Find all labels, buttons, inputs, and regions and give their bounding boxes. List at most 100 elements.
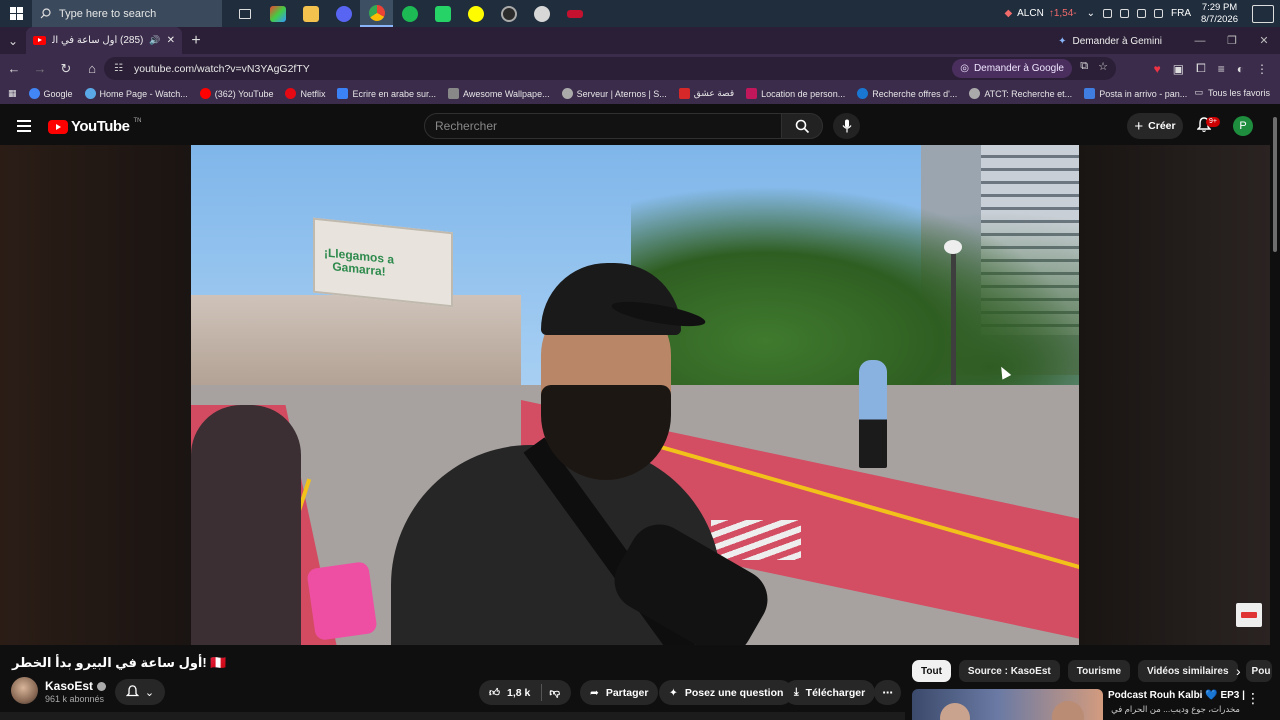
stock-widget[interactable]: ◆ ALCN ↑1,54- xyxy=(1004,8,1076,19)
gemini-label: Demander à Gemini xyxy=(1072,35,1162,47)
channel-avatar[interactable] xyxy=(11,677,38,704)
forward-icon[interactable]: → xyxy=(28,61,52,76)
chip-all[interactable]: Tout xyxy=(912,660,951,682)
thumbnail-person xyxy=(940,703,970,720)
all-bookmarks-button[interactable]: ▭ Tous les favoris xyxy=(1194,87,1270,98)
bookmark-item[interactable]: Google xyxy=(28,88,73,99)
search-input[interactable]: Rechercher xyxy=(424,113,782,139)
chip-similar[interactable]: Vidéos similaires xyxy=(1138,660,1238,682)
bookmark-item[interactable]: Home Page - Watch... xyxy=(84,88,188,99)
wifi-icon[interactable] xyxy=(1120,9,1130,18)
reload-icon[interactable]: ↻ xyxy=(54,61,78,77)
taskbar-app-explorer[interactable] xyxy=(294,0,327,27)
lens-icon: ◎ xyxy=(960,63,969,74)
taskbar-app-whatsapp[interactable] xyxy=(426,0,459,27)
more-actions-button[interactable]: ⋯ xyxy=(874,680,901,705)
browser-tab-active[interactable]: (285) أول ساعة في البيرو بدأ الخطر 🔊 ✕ xyxy=(26,27,182,54)
back-icon[interactable]: ← xyxy=(2,61,26,76)
video-player-area: ¡Llegamos a Gamarra! xyxy=(0,145,1270,645)
taskbar-app-spotify[interactable] xyxy=(393,0,426,27)
mic-tray-icon[interactable] xyxy=(1103,9,1113,18)
gemini-button[interactable]: ✦ Demander à Gemini xyxy=(1050,31,1170,51)
share-button[interactable]: ➦ Partager xyxy=(580,680,659,705)
tab-close-icon[interactable]: ✕ xyxy=(167,35,175,46)
scrollbar-thumb[interactable] xyxy=(1273,117,1277,252)
taskbar-apps xyxy=(228,0,591,27)
bookmark-item[interactable]: Awesome Wallpape... xyxy=(448,88,550,99)
speaker-icon[interactable]: 🔊 xyxy=(149,35,160,46)
bookmark-item[interactable]: Serveur | Aternos | S... xyxy=(561,88,667,99)
recommended-video-title[interactable]: Podcast Rouh Kalbi 💙 EP3 | xyxy=(1108,690,1245,701)
create-button[interactable]: + Créer xyxy=(1127,113,1183,139)
youtube-logo[interactable]: YouTube TN xyxy=(48,118,141,135)
miniplayer-icon[interactable] xyxy=(1236,603,1262,627)
battery-icon[interactable] xyxy=(1137,9,1147,18)
volume-icon[interactable] xyxy=(1154,9,1164,18)
video-title: أول ساعة في البيرو بدأ الخطر! 🇵🇪 xyxy=(12,655,227,671)
dislike-button[interactable]: 👎︎ xyxy=(549,686,560,699)
ask-question-button[interactable]: ✦ Posez une question xyxy=(659,680,794,705)
profile-avatar-icon[interactable]: ◐ xyxy=(1237,62,1244,76)
reading-list-icon[interactable]: ≡ xyxy=(1218,62,1225,76)
bookmark-item[interactable]: قصة عشق xyxy=(678,88,734,99)
taskbar-app-discord[interactable] xyxy=(327,0,360,27)
language-indicator[interactable]: FRA xyxy=(1171,8,1191,19)
account-avatar[interactable]: P xyxy=(1233,116,1253,136)
taskbar-app-snapchat[interactable] xyxy=(459,0,492,27)
bookmark-star-icon[interactable]: ☆ xyxy=(1098,60,1108,73)
new-tab-button[interactable]: + xyxy=(182,32,210,50)
notification-center-icon[interactable] xyxy=(1252,4,1274,23)
taskbar-app-gear[interactable] xyxy=(492,0,525,27)
taskbar-app-xbox[interactable] xyxy=(525,0,558,27)
bookmark-label: Netflix xyxy=(300,88,326,99)
extension-box-icon[interactable]: ▣ xyxy=(1173,62,1184,76)
taskbar-app-mosaic[interactable] xyxy=(261,0,294,27)
chip-tourism[interactable]: Tourisme xyxy=(1067,660,1131,682)
maximize-icon[interactable]: ❐ xyxy=(1216,34,1248,47)
bookmark-item[interactable]: Posta in arrivo - pan... xyxy=(1084,88,1187,99)
ask-google-button[interactable]: ◎ Demander à Google xyxy=(952,59,1072,78)
chevron-up-icon[interactable]: ⌄ xyxy=(1087,8,1095,19)
recommended-video-thumbnail[interactable] xyxy=(912,689,1103,720)
browser-tab-strip: ⌄ (285) أول ساعة في البيرو بدأ الخطر 🔊 ✕… xyxy=(0,27,1280,54)
bookmark-item[interactable]: (362) YouTube xyxy=(199,88,273,99)
bookmark-item[interactable]: Netflix xyxy=(285,88,325,99)
bookmark-item[interactable]: Ecrire en arabe sur... xyxy=(337,88,436,99)
menu-icon[interactable] xyxy=(17,120,31,135)
close-window-icon[interactable]: ✕ xyxy=(1248,34,1280,47)
bookmark-item[interactable]: Recherche offres d'... xyxy=(857,88,957,99)
chevron-right-icon[interactable]: › xyxy=(1236,663,1241,679)
menu-kebab-icon[interactable]: ⋮ xyxy=(1256,62,1268,76)
download-button[interactable]: ⤓ Télécharger xyxy=(784,680,876,705)
settings-app-icon xyxy=(500,5,517,22)
task-view-button[interactable] xyxy=(228,0,261,27)
video-player[interactable]: ¡Llegamos a Gamarra! xyxy=(191,145,1079,645)
voice-search-button[interactable] xyxy=(833,113,860,139)
bookmark-item[interactable]: Location de person... xyxy=(746,88,845,99)
start-button[interactable] xyxy=(0,0,32,27)
taskbar-app-chrome[interactable] xyxy=(360,0,393,27)
home-icon[interactable]: ⌂ xyxy=(80,61,104,76)
site-info-icon[interactable]: ☷ xyxy=(114,63,126,74)
chip-more[interactable]: Pou xyxy=(1245,660,1272,682)
install-app-icon[interactable]: ⧉ xyxy=(1080,60,1088,73)
notifications-subscribe-button[interactable]: ⌄ xyxy=(115,679,165,705)
taskbar-app-red[interactable] xyxy=(558,0,591,27)
extensions-puzzle-icon[interactable]: ⧠ xyxy=(1196,61,1206,76)
clock[interactable]: 7:29 PM 8/7/2026 xyxy=(1201,2,1238,26)
more-vertical-icon[interactable]: ⋮ xyxy=(1246,690,1260,707)
address-bar[interactable]: ☷ youtube.com/watch?v=vN3YAgG2fTY ◎ Dema… xyxy=(104,57,1116,80)
channel-name[interactable]: KasoEst xyxy=(45,679,107,693)
extension-red-icon[interactable]: ♥ xyxy=(1154,62,1161,76)
page-scrollbar[interactable] xyxy=(1270,107,1280,720)
chip-source[interactable]: Source : KasoEst xyxy=(958,660,1060,682)
search-button[interactable] xyxy=(781,113,823,139)
mosaic-app-icon xyxy=(269,5,286,22)
tab-search-dropdown-icon[interactable]: ⌄ xyxy=(0,27,26,54)
minimize-icon[interactable]: — xyxy=(1184,35,1216,47)
outlook-icon xyxy=(1084,88,1096,99)
like-button[interactable]: 👍︎ 1,8 k xyxy=(489,686,530,700)
apps-grid-icon[interactable]: ▦ xyxy=(8,88,17,99)
taskbar-search[interactable]: Type here to search xyxy=(32,0,222,27)
bookmark-item[interactable]: ATCT: Recherche et... xyxy=(969,88,1072,99)
